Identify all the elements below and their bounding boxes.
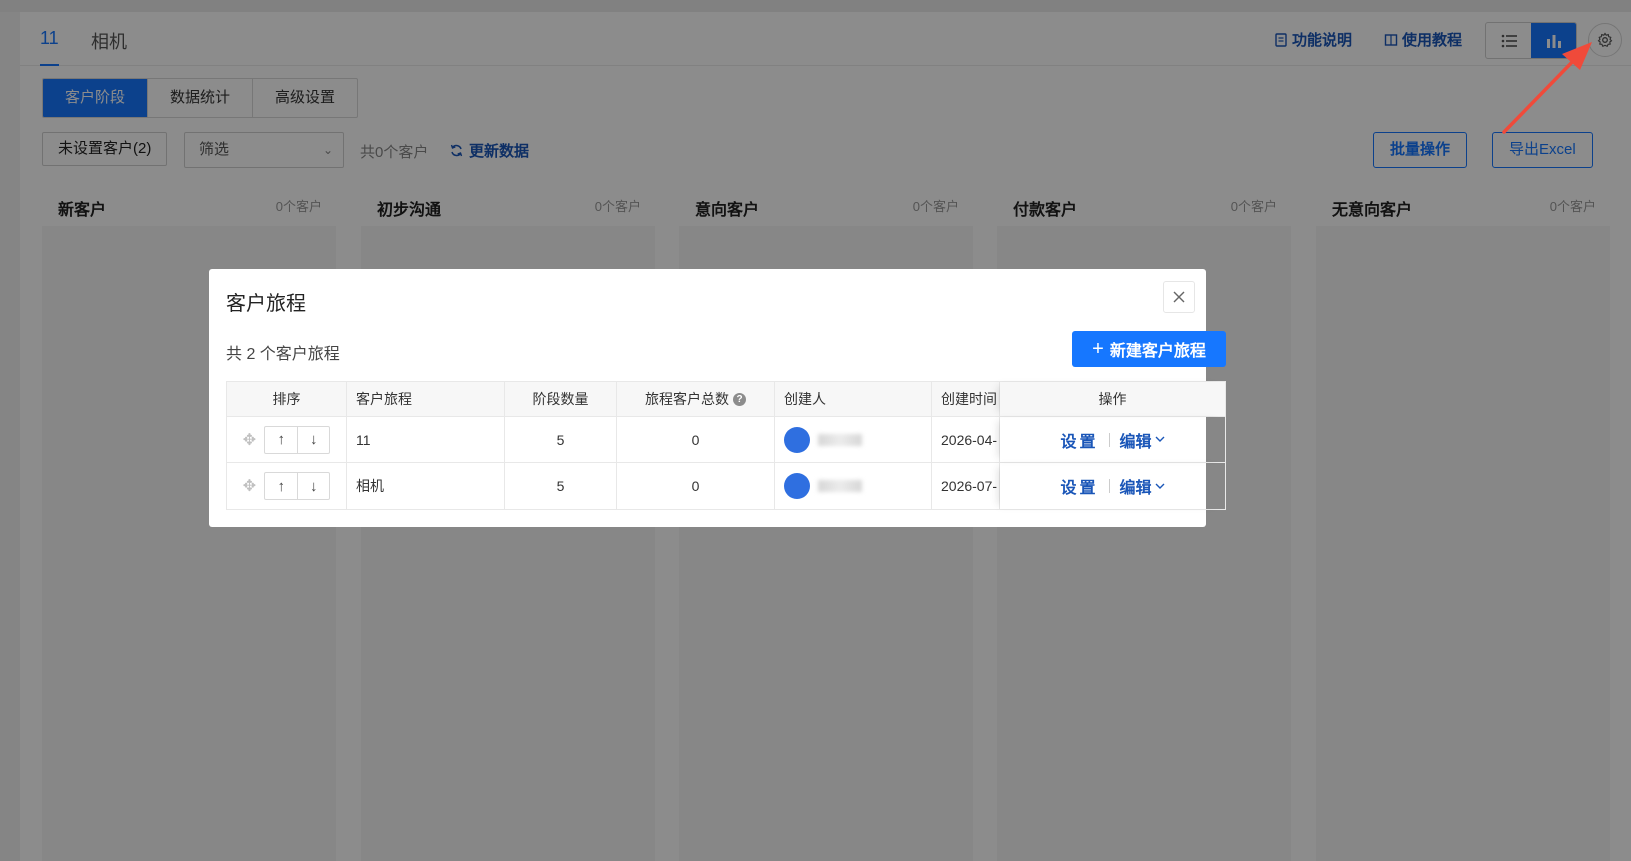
actions-cell: 设置 编辑 [1000,463,1225,509]
sort-buttons: ↑ ↓ [264,425,331,454]
blurred-creator-name [818,480,862,492]
close-button[interactable] [1163,281,1195,313]
close-icon [1173,291,1185,303]
created-at-value: 2026-04- [932,417,1000,462]
customer-journey-dialog: 客户旅程 共 2 个客户旅程 + 新建客户旅程 排序 客户旅程 阶段数量 旅程客… [209,269,1226,527]
created-at-value: 2026-07- [932,463,1000,509]
chevron-down-icon [1155,483,1165,489]
settings-link[interactable]: 设置 [1060,428,1098,452]
move-down-button[interactable]: ↓ [297,473,329,499]
blurred-creator-name [818,433,862,446]
divider [1108,479,1110,493]
sort-cell: ✥ ↑ ↓ [227,417,347,462]
journey-table: 排序 客户旅程 阶段数量 旅程客户总数? 创建人 创建时间 操作 ✥ ↑ ↓ 1… [226,381,1226,510]
divider [1108,432,1110,447]
col-header-journey: 客户旅程 [347,382,505,416]
edit-dropdown[interactable]: 编辑 [1120,428,1165,452]
move-up-button[interactable]: ↑ [265,427,297,453]
col-header-stage-count: 阶段数量 [505,382,617,416]
avatar [784,473,810,499]
edit-label: 编辑 [1119,480,1152,497]
customer-total-value: 0 [617,417,775,462]
avatar [784,426,810,453]
table-row: ✥ ↑ ↓ 11 5 0 2026-04- 设置 编辑 [227,417,1225,463]
help-icon[interactable]: ? [733,392,746,406]
stage-count-value: 5 [505,463,617,509]
sort-buttons: ↑ ↓ [264,472,331,500]
col-header-sort: 排序 [227,382,347,416]
new-journey-button[interactable]: + 新建客户旅程 [1072,331,1226,367]
col-header-creator: 创建人 [775,382,932,416]
customer-total-label: 旅程客户总数 [645,391,729,407]
edit-dropdown[interactable]: 编辑 [1120,474,1165,498]
table-header: 排序 客户旅程 阶段数量 旅程客户总数? 创建人 创建时间 操作 [227,382,1225,417]
table-row: ✥ ↑ ↓ 相机 5 0 2026-07- 设置 编辑 [227,463,1225,509]
sort-cell: ✥ ↑ ↓ [227,463,347,509]
new-journey-label: 新建客户旅程 [1109,343,1206,360]
creator-cell [775,463,932,509]
move-down-button[interactable]: ↓ [297,426,329,453]
settings-link[interactable]: 设置 [1060,474,1098,498]
journey-summary: 共 2 个客户旅程 [226,346,340,363]
customer-total-value: 0 [617,463,775,509]
creator-cell [775,417,932,462]
stage-count-value: 5 [505,417,617,462]
edit-label: 编辑 [1119,433,1152,451]
move-up-button[interactable]: ↑ [265,473,297,499]
plus-icon: + [1092,338,1104,360]
chevron-down-icon [1155,436,1165,442]
col-header-customer-total: 旅程客户总数? [617,382,775,416]
col-header-actions: 操作 [1000,382,1225,416]
annotation-arrow [1502,42,1592,134]
journey-name: 相机 [347,463,505,509]
dialog-title: 客户旅程 [226,293,306,315]
journey-name: 11 [347,417,505,462]
col-header-created-at: 创建时间 [932,382,1000,416]
drag-handle-icon[interactable]: ✥ [243,430,256,450]
drag-handle-icon[interactable]: ✥ [243,476,256,496]
actions-cell: 设置 编辑 [1000,417,1225,462]
